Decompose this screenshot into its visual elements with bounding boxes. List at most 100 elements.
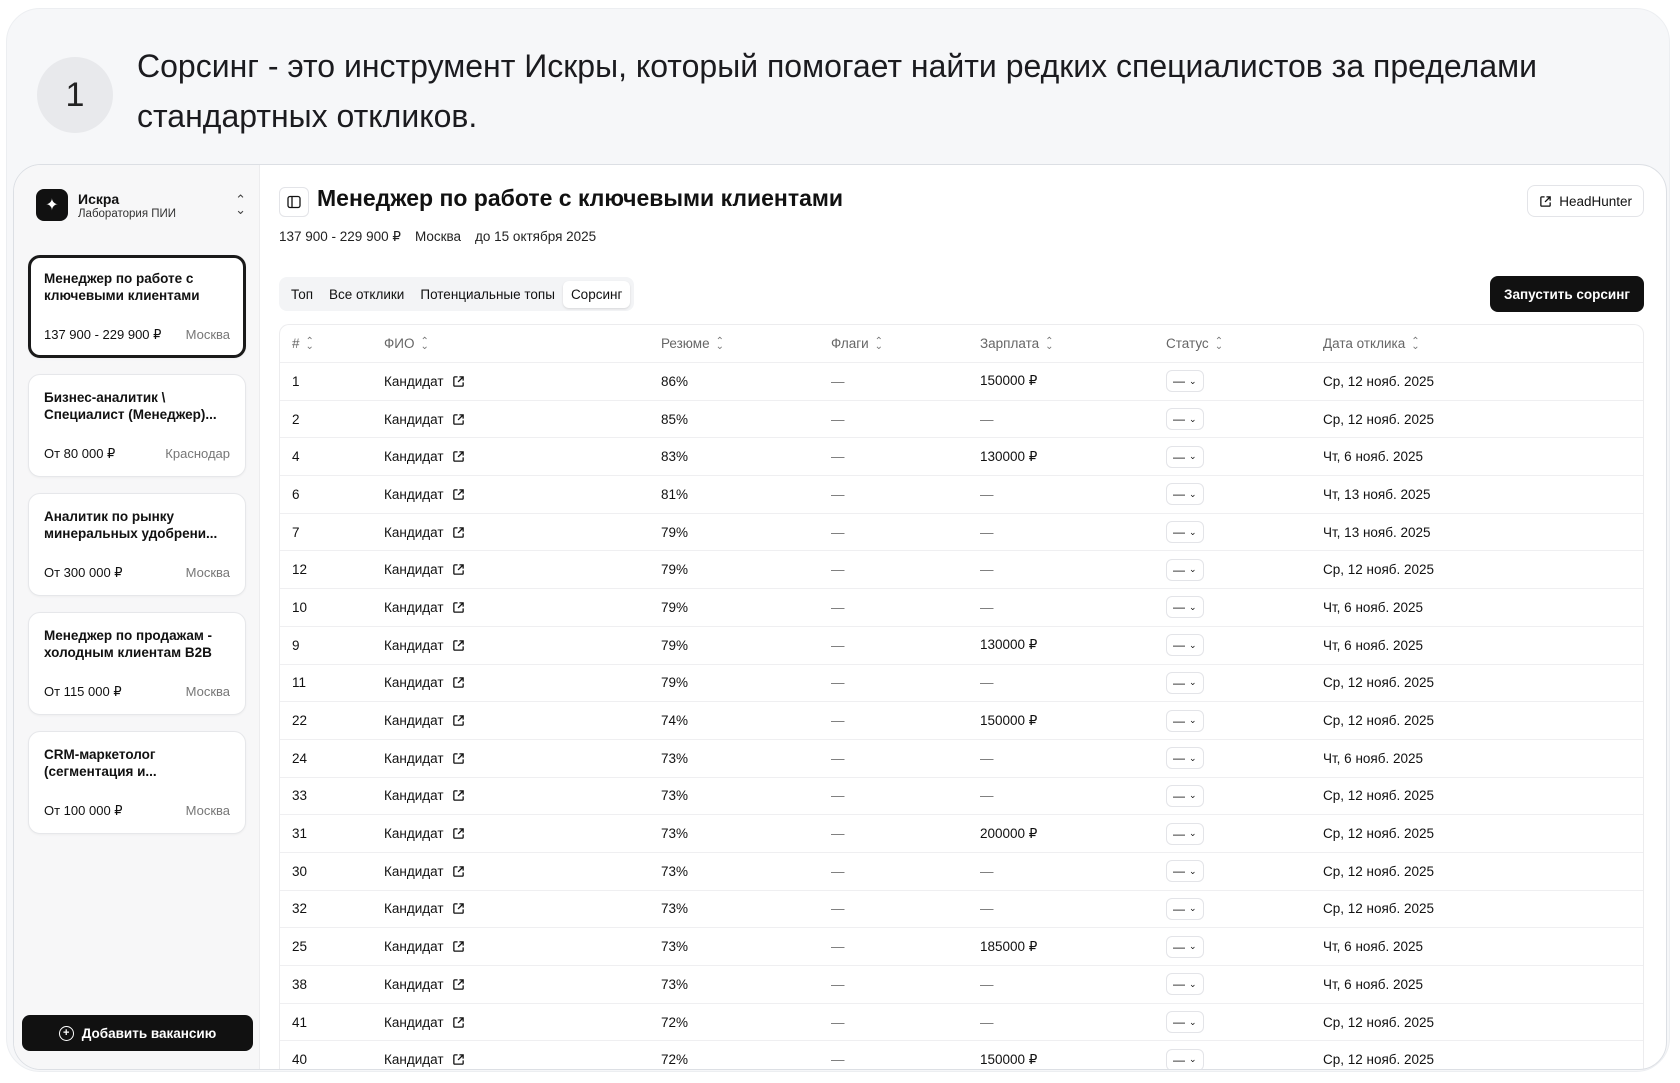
table-row[interactable]: 4 Кандидат 83% — 130000 ₽ — ⌄ Чт, 6 нояб… bbox=[280, 438, 1643, 477]
table-row[interactable]: 7 Кандидат 79% — — — ⌄ Чт, 13 нояб. 2025 bbox=[280, 514, 1643, 552]
external-link-icon bbox=[452, 827, 465, 840]
candidate-number: 41 bbox=[292, 1014, 308, 1030]
toggle-sidebar-button[interactable] bbox=[279, 187, 309, 217]
column-header-date[interactable]: Дата отклика ⌃ ⌄ bbox=[1323, 325, 1420, 362]
vacancy-card[interactable]: Менеджер по продажам - холодным клиентам… bbox=[28, 612, 246, 715]
status-select[interactable]: — ⌄ bbox=[1166, 634, 1204, 657]
candidate-name-link[interactable]: Кандидат bbox=[384, 551, 465, 588]
candidate-name-link[interactable]: Кандидат bbox=[384, 665, 465, 702]
chevron-down-icon: ⌄ bbox=[1189, 601, 1197, 612]
status-select[interactable]: — ⌄ bbox=[1166, 521, 1204, 544]
candidate-name: Кандидат bbox=[384, 901, 444, 917]
brand-subtitle: Лаборатория ПИИ bbox=[78, 207, 177, 220]
candidate-salary: 150000 ₽ bbox=[980, 373, 1038, 389]
status-select[interactable]: — ⌄ bbox=[1166, 784, 1204, 807]
column-header-num[interactable]: # ⌃ ⌄ bbox=[292, 325, 314, 362]
candidate-name-link[interactable]: Кандидат bbox=[384, 815, 465, 852]
workspace-switcher[interactable]: ✦ Искра Лаборатория ПИИ ⌃ ⌄ bbox=[36, 187, 246, 223]
table-row[interactable]: 10 Кандидат 79% — — — ⌄ Чт, 6 нояб. 2025 bbox=[280, 589, 1643, 627]
table-row[interactable]: 24 Кандидат 73% — — — ⌄ Чт, 6 нояб. 2025 bbox=[280, 740, 1643, 778]
chevron-down-icon: ⌄ bbox=[1189, 790, 1197, 801]
vacancy-card[interactable]: Аналитик по рынку минеральных удобрени..… bbox=[28, 493, 246, 596]
column-header-resume[interactable]: Резюме ⌃ ⌄ bbox=[661, 325, 724, 362]
external-link-icon bbox=[452, 601, 465, 614]
run-sourcing-button[interactable]: Запустить сорсинг bbox=[1490, 276, 1644, 312]
status-cell: — ⌄ bbox=[1166, 363, 1204, 400]
candidate-flags: — bbox=[831, 449, 845, 465]
status-select[interactable]: — ⌄ bbox=[1166, 1048, 1204, 1069]
column-header-flags[interactable]: Флаги ⌃ ⌄ bbox=[831, 325, 883, 362]
candidate-name-link[interactable]: Кандидат bbox=[384, 891, 465, 928]
table-row[interactable]: 12 Кандидат 79% — — — ⌄ Ср, 12 нояб. 202… bbox=[280, 551, 1643, 590]
status-select[interactable]: — ⌄ bbox=[1166, 747, 1204, 770]
table-row[interactable]: 31 Кандидат 73% — 200000 ₽ — ⌄ Ср, 12 но… bbox=[280, 815, 1643, 853]
table-row[interactable]: 40 Кандидат 72% — 150000 ₽ — ⌄ Ср, 12 но… bbox=[280, 1041, 1643, 1069]
status-select[interactable]: — ⌄ bbox=[1166, 558, 1204, 581]
table-row[interactable]: 32 Кандидат 73% — — — ⌄ Ср, 12 нояб. 202… bbox=[280, 891, 1643, 929]
candidate-name-link[interactable]: Кандидат bbox=[384, 627, 465, 664]
status-select[interactable]: — ⌄ bbox=[1166, 596, 1204, 619]
candidate-name-link[interactable]: Кандидат bbox=[384, 702, 465, 739]
vacancy-card[interactable]: CRM-маркетолог (сегментация и... От 100 … bbox=[28, 731, 246, 834]
vacancy-card[interactable]: Бизнес-аналитик \ Специалист (Менеджер).… bbox=[28, 374, 246, 477]
vacancy-title: Менеджер по работе с ключевыми клиентами bbox=[44, 271, 200, 303]
candidate-name-link[interactable]: Кандидат bbox=[384, 438, 465, 475]
candidate-number: 10 bbox=[292, 599, 308, 615]
candidate-name-link[interactable]: Кандидат bbox=[384, 514, 465, 551]
candidate-name-link[interactable]: Кандидат bbox=[384, 1004, 465, 1041]
status-select[interactable]: — ⌄ bbox=[1166, 1011, 1204, 1034]
status-select[interactable]: — ⌄ bbox=[1166, 445, 1204, 468]
vacancy-card[interactable]: Менеджер по работе с ключевыми клиентами… bbox=[28, 255, 246, 358]
table-row[interactable]: 22 Кандидат 74% — 150000 ₽ — ⌄ Ср, 12 но… bbox=[280, 702, 1643, 740]
status-select[interactable]: — ⌄ bbox=[1166, 709, 1204, 732]
candidate-name-link[interactable]: Кандидат bbox=[384, 853, 465, 890]
table-row[interactable]: 30 Кандидат 73% — — — ⌄ Ср, 12 нояб. 202… bbox=[280, 853, 1643, 891]
tab-potential-tops[interactable]: Потенциальные топы bbox=[412, 281, 563, 308]
add-vacancy-button[interactable]: + Добавить вакансию bbox=[22, 1015, 253, 1051]
status-cell: — ⌄ bbox=[1166, 401, 1204, 438]
table-row[interactable]: 1 Кандидат 86% — 150000 ₽ — ⌄ Ср, 12 ноя… bbox=[280, 363, 1643, 401]
candidate-name-link[interactable]: Кандидат bbox=[384, 928, 465, 965]
candidate-name-link[interactable]: Кандидат bbox=[384, 476, 465, 513]
table-row[interactable]: 25 Кандидат 73% — 185000 ₽ — ⌄ Чт, 6 ноя… bbox=[280, 928, 1643, 966]
tab-all-responses[interactable]: Все отклики bbox=[321, 281, 412, 308]
sparkle-logo-icon: ✦ bbox=[36, 189, 68, 221]
tab-sourcing[interactable]: Сорсинг bbox=[562, 280, 631, 308]
status-select[interactable]: — ⌄ bbox=[1166, 370, 1204, 393]
resume-score: 79% bbox=[661, 524, 689, 540]
table-row[interactable]: 33 Кандидат 73% — — — ⌄ Ср, 12 нояб. 202… bbox=[280, 778, 1643, 816]
candidate-number: 12 bbox=[292, 562, 308, 578]
table-row[interactable]: 11 Кандидат 79% — — — ⌄ Ср, 12 нояб. 202… bbox=[280, 665, 1643, 703]
table-row[interactable]: 38 Кандидат 73% — — — ⌄ Чт, 6 нояб. 2025 bbox=[280, 966, 1643, 1004]
status-select[interactable]: — ⌄ bbox=[1166, 897, 1204, 920]
resume-score: 74% bbox=[661, 713, 689, 729]
candidate-name-link[interactable]: Кандидат bbox=[384, 589, 465, 626]
status-select[interactable]: — ⌄ bbox=[1166, 408, 1204, 431]
candidate-name: Кандидат bbox=[384, 750, 444, 766]
status-select[interactable]: — ⌄ bbox=[1166, 973, 1204, 996]
candidate-flags: — bbox=[831, 637, 845, 653]
candidate-name-link[interactable]: Кандидат bbox=[384, 1041, 465, 1069]
status-select[interactable]: — ⌄ bbox=[1166, 935, 1204, 958]
candidate-name-link[interactable]: Кандидат bbox=[384, 363, 465, 400]
candidate-name-link[interactable]: Кандидат bbox=[384, 740, 465, 777]
table-row[interactable]: 6 Кандидат 81% — — — ⌄ Чт, 13 нояб. 2025 bbox=[280, 476, 1643, 514]
status-select[interactable]: — ⌄ bbox=[1166, 671, 1204, 694]
column-header-salary[interactable]: Зарплата ⌃ ⌄ bbox=[980, 325, 1054, 362]
column-header-status[interactable]: Статус ⌃ ⌄ bbox=[1166, 325, 1223, 362]
tab-top[interactable]: Топ bbox=[283, 281, 321, 308]
status-select[interactable]: — ⌄ bbox=[1166, 483, 1204, 506]
external-link-icon bbox=[452, 902, 465, 915]
external-link-icon bbox=[452, 940, 465, 953]
status-select[interactable]: — ⌄ bbox=[1166, 822, 1204, 845]
table-row[interactable]: 41 Кандидат 72% — — — ⌄ Ср, 12 нояб. 202… bbox=[280, 1004, 1643, 1042]
status-select[interactable]: — ⌄ bbox=[1166, 860, 1204, 883]
table-row[interactable]: 9 Кандидат 79% — 130000 ₽ — ⌄ Чт, 6 нояб… bbox=[280, 627, 1643, 665]
candidate-name-link[interactable]: Кандидат bbox=[384, 778, 465, 815]
candidate-name-link[interactable]: Кандидат bbox=[384, 401, 465, 438]
table-row[interactable]: 2 Кандидат 85% — — — ⌄ Ср, 12 нояб. 2025 bbox=[280, 401, 1643, 439]
headhunter-button[interactable]: HeadHunter bbox=[1527, 185, 1644, 217]
column-header-name[interactable]: ФИО ⌃ ⌄ bbox=[384, 325, 429, 362]
candidate-name-link[interactable]: Кандидат bbox=[384, 966, 465, 1003]
status-cell: — ⌄ bbox=[1166, 589, 1204, 626]
